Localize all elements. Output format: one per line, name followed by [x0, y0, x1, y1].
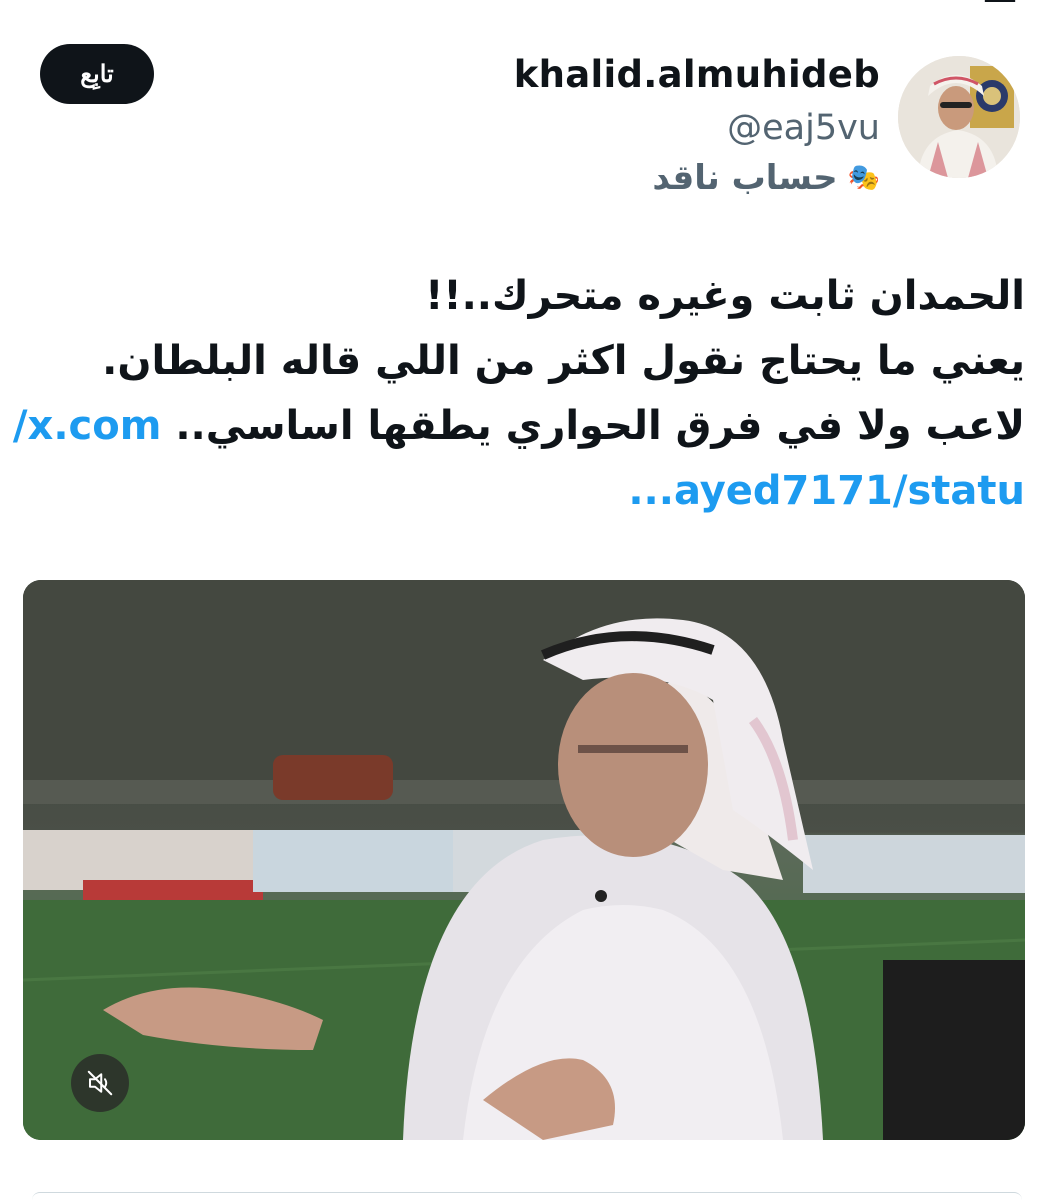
tweet-line-3-text: لاعب ولا في فرق الحواري يطقها اساسي..	[175, 403, 1025, 449]
tweet-header: تابِع khalid.almuhideb @eaj5vu 🎭 حساب نا…	[40, 44, 1020, 204]
next-card-edge	[32, 1192, 1022, 1200]
theater-masks-icon: 🎭	[847, 163, 880, 193]
user-handle[interactable]: @eaj5vu	[514, 104, 880, 152]
display-name[interactable]: khalid.almuhideb	[514, 50, 880, 100]
mute-toggle-button[interactable]	[71, 1054, 129, 1112]
video-frame	[23, 580, 1025, 1140]
tweet-line-3: لاعب ولا في فرق الحواري يطقها اساسي.. x.…	[13, 394, 1025, 459]
account-label[interactable]: 🎭 حساب ناقد	[514, 158, 880, 198]
volume-muted-icon	[87, 1070, 113, 1096]
tweet-line-1: الحمدان ثابت وغيره متحرك..!!	[425, 273, 1025, 319]
video-player[interactable]	[23, 580, 1025, 1140]
account-label-text: حساب ناقد	[652, 158, 838, 198]
author-info: khalid.almuhideb @eaj5vu 🎭 حساب ناقد	[514, 50, 880, 198]
tweet-link-start[interactable]: x.com/	[13, 403, 161, 449]
avatar[interactable]	[898, 56, 1020, 178]
follow-button[interactable]: تابِع	[40, 44, 154, 104]
tweet-link-end[interactable]: ayed7171/statu...	[40, 459, 1025, 524]
tweet-text: الحمدان ثابت وغيره متحرك..!! يعني ما يحت…	[13, 264, 1025, 524]
previous-tweet-cutoff: —	[0, 0, 1047, 12]
tweet-line-2: يعني ما يحتاج نقول اكثر من اللي قاله الب…	[102, 338, 1025, 384]
